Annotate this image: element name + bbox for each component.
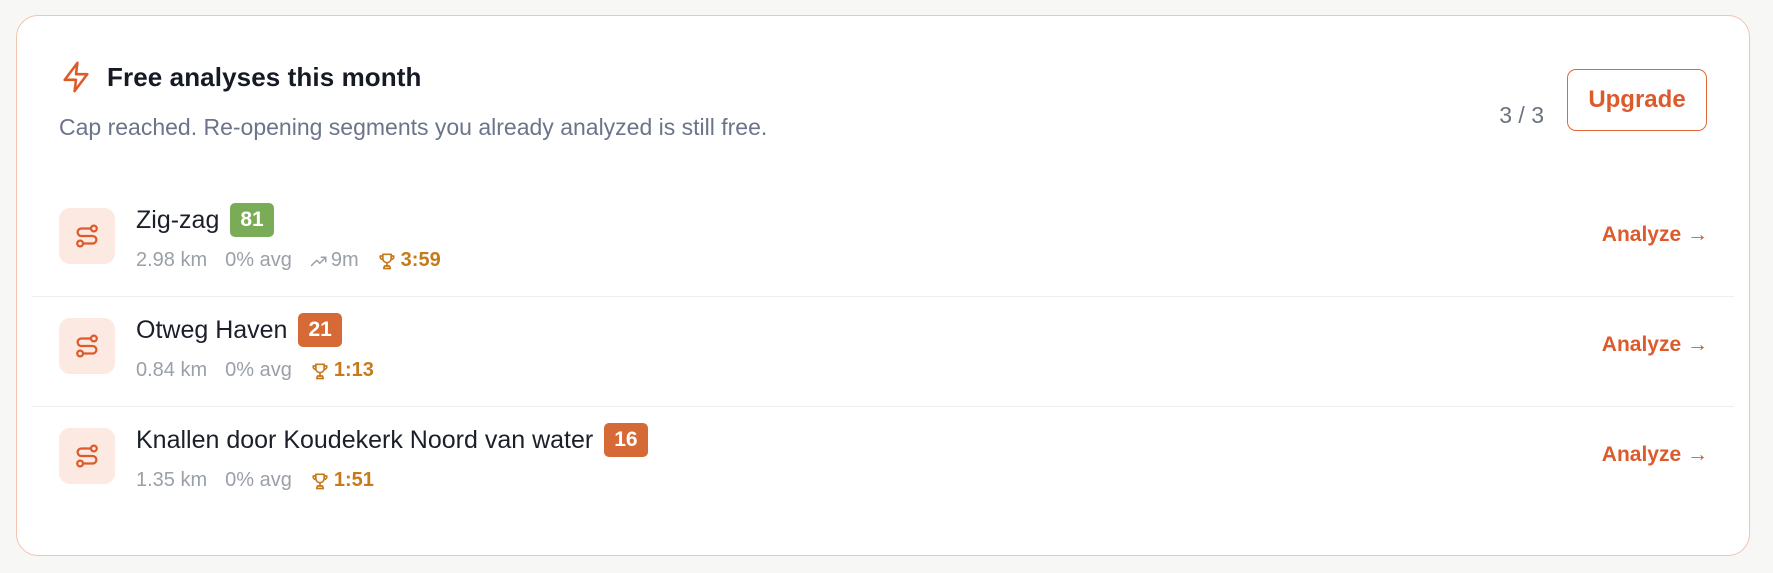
segment-meta: 2.98 km 0% avg 9m 3:59 <box>136 249 441 272</box>
segment-meta: 1.35 km 0% avg 1:51 <box>136 469 374 492</box>
segment-list: Zig-zag 81 2.98 km 0% avg 9m 3:59 Analyz… <box>32 187 1734 516</box>
segment-pr: 1:13 <box>310 359 374 382</box>
trophy-icon <box>379 253 395 269</box>
segment-title-line: Knallen door Koudekerk Noord van water 1… <box>136 423 648 457</box>
segment-distance: 0.84 km <box>136 359 208 381</box>
segment-title-line: Otweg Haven 21 <box>136 313 342 347</box>
segment-elevation: 9m <box>310 249 359 272</box>
segment-name[interactable]: Knallen door Koudekerk Noord van water <box>136 426 593 455</box>
elevation-value: 9m <box>330 249 359 271</box>
segment-row: Zig-zag 81 2.98 km 0% avg 9m 3:59 Analyz… <box>32 187 1734 297</box>
lightning-bolt-icon <box>59 60 93 94</box>
score-badge: 16 <box>604 423 648 457</box>
trophy-icon <box>312 363 328 379</box>
route-icon <box>59 208 115 264</box>
usage-counter: 3 / 3 <box>1499 102 1544 128</box>
segment-meta: 0.84 km 0% avg 1:13 <box>136 359 374 382</box>
card-header: Free analyses this month Cap reached. Re… <box>17 16 1749 166</box>
segment-grade: 0% avg <box>225 359 292 381</box>
score-badge: 81 <box>230 203 274 237</box>
pr-time: 1:51 <box>333 469 374 491</box>
segment-distance: 2.98 km <box>136 249 208 271</box>
segment-row: Knallen door Koudekerk Noord van water 1… <box>32 407 1734 516</box>
route-icon <box>59 318 115 374</box>
upgrade-button[interactable]: Upgrade <box>1567 69 1707 131</box>
segment-grade: 0% avg <box>225 249 292 271</box>
segment-name[interactable]: Zig-zag <box>136 206 219 235</box>
segment-distance: 1.35 km <box>136 469 208 491</box>
analyze-link[interactable]: Analyze → <box>1602 333 1708 357</box>
pr-time: 3:59 <box>400 249 441 271</box>
analyze-link[interactable]: Analyze → <box>1602 223 1708 247</box>
trophy-icon <box>312 473 328 489</box>
segment-row: Otweg Haven 21 0.84 km 0% avg 1:13 Analy… <box>32 297 1734 407</box>
analyze-link[interactable]: Analyze → <box>1602 443 1708 467</box>
free-analyses-card: Free analyses this month Cap reached. Re… <box>16 15 1750 556</box>
score-badge: 21 <box>298 313 342 347</box>
route-icon <box>59 428 115 484</box>
segment-grade: 0% avg <box>225 469 292 491</box>
card-subtitle: Cap reached. Re-opening segments you alr… <box>59 114 768 140</box>
card-title: Free analyses this month <box>107 61 422 92</box>
trending-up-icon <box>310 256 327 266</box>
pr-time: 1:13 <box>333 359 374 381</box>
title-row: Free analyses this month <box>59 60 422 94</box>
segment-name[interactable]: Otweg Haven <box>136 316 287 345</box>
segment-pr: 3:59 <box>377 249 441 272</box>
segment-title-line: Zig-zag 81 <box>136 203 274 237</box>
segment-pr: 1:51 <box>310 469 374 492</box>
